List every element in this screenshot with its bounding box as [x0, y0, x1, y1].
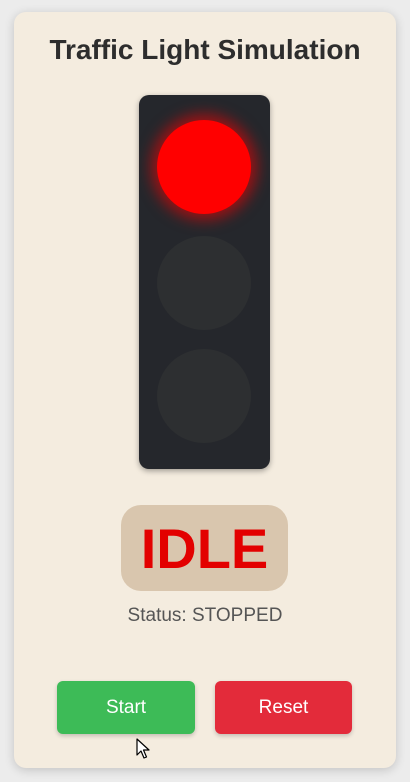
green-lamp: [157, 349, 251, 443]
page-title: Traffic Light Simulation: [49, 34, 361, 65]
status-text: Status: STOPPED: [127, 605, 283, 626]
red-lamp: [157, 120, 251, 214]
yellow-lamp: [157, 236, 251, 330]
traffic-light-housing: [139, 95, 270, 469]
simulation-card: Traffic Light Simulation IDLE Status: ST…: [14, 12, 396, 768]
mouse-pointer-icon: [136, 738, 150, 759]
start-button[interactable]: Start: [57, 681, 195, 734]
reset-button[interactable]: Reset: [215, 681, 352, 734]
state-badge: IDLE: [121, 505, 288, 591]
